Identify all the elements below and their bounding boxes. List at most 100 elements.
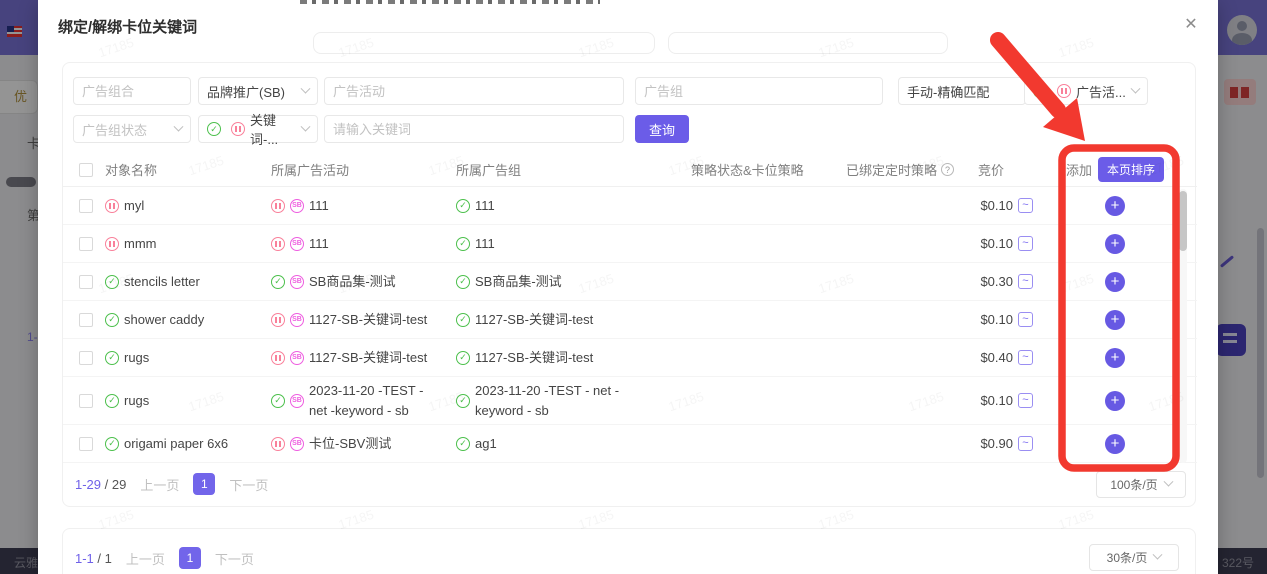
bid-value: $0.30 [980,274,1013,289]
chevron-down-icon [173,121,184,132]
table-row: myl SB 111 111 $0.10 ~ + [63,187,1197,225]
total-value: / 29 [104,476,127,492]
keyword-search-field[interactable] [333,121,615,137]
bid-trend-icon[interactable]: ~ [1018,436,1033,451]
row-checkbox[interactable] [79,274,93,289]
page-size-select[interactable]: 30条/页 [1089,544,1179,571]
adgroup-status-icon [456,198,470,213]
row-checkbox[interactable] [79,236,93,251]
row-checkbox[interactable] [79,312,93,327]
total-value: / 1 [97,550,112,566]
add-button[interactable]: + [1105,390,1125,411]
table-row: stencils letter SB SB商品集-测试 SB商品集-测试 $0.3… [63,263,1197,301]
add-button[interactable]: + [1105,271,1125,292]
ad-type-select[interactable]: 品牌推广(SB) [198,77,318,105]
table-scrollbar[interactable] [1179,189,1187,463]
add-button[interactable]: + [1105,309,1125,330]
pagination-range: 1-29 / 29 [75,477,126,492]
adgroup-status-icon [456,274,470,289]
pagination: 1-1 / 1 上一页 1 下一页 [75,547,254,569]
adgroup-status-icon [456,436,470,451]
adgroup-status-select[interactable]: 广告组状态 [73,115,191,143]
bid-trend-icon[interactable]: ~ [1018,274,1033,289]
portfolio-input-field[interactable] [82,83,182,99]
sb-badge-icon: SB [290,236,304,251]
col-add: 添加 本页排序 [1033,157,1197,182]
keyword-name: myl [124,198,145,213]
clipped-input [313,32,655,54]
table-row: origami paper 6x6 SB卡位-SBV测试 ag1 $0.90~ … [63,425,1197,463]
match-type-value: 手动-精确匹配 [907,84,990,100]
adgroup-status-icon [456,236,470,251]
campaign-name: 1127-SB-关键词-test [309,311,428,327]
prev-page-button[interactable]: 上一页 [140,475,179,494]
table-row: rugs SB 1127-SB-关键词-test 1127-SB-关键词-test… [63,339,1197,377]
adgroup-name: ag1 [475,435,497,451]
close-icon[interactable]: ✕ [1178,12,1204,38]
range-value: 1-1 [75,550,94,566]
page-number-button[interactable]: 1 [178,547,201,569]
campaign-name: 111 [309,197,329,213]
keyword-status-icon [105,350,119,365]
portfolio-input[interactable] [73,77,191,105]
sb-badge-icon: SB [290,393,304,408]
table-row: mmm SB 111 111 $0.10 ~ + [63,225,1197,263]
prev-page-button[interactable]: 上一页 [126,549,165,568]
row-checkbox[interactable] [79,436,93,451]
row-checkbox[interactable] [79,350,93,365]
bid-value: $0.90 [980,436,1013,451]
bid-trend-icon[interactable]: ~ [1018,350,1033,365]
campaign-input-field[interactable] [333,83,615,99]
enabled-status-icon [1033,84,1047,98]
modal-title: 绑定/解绑卡位关键词 [58,19,198,36]
page-number-button[interactable]: 1 [193,473,216,495]
keyword-name: origami paper 6x6 [124,436,229,451]
bid-value: $0.10 [980,198,1013,213]
bind-keywords-modal: 绑定/解绑卡位关键词 ✕ 品牌推广(SB) 手动-精确匹配 [38,0,1218,574]
adgroup-name: 2023-11-20 -TEST - net - keyword - sb [475,383,620,418]
pagination-range: 1-1 / 1 [75,551,112,566]
select-all-checkbox[interactable] [79,162,93,177]
adgroup-name: SB商品集-测试 [475,273,562,289]
sort-page-button[interactable]: 本页排序 [1098,157,1165,182]
campaign-name: 卡位-SBV测试 [309,435,392,451]
match-type-field[interactable]: 手动-精确匹配 [898,77,1026,105]
page-size-value: 30条/页 [1106,551,1148,565]
sb-badge-icon: SB [290,312,304,327]
bid-trend-icon[interactable]: ~ [1018,198,1033,213]
chevron-down-icon [1163,476,1174,487]
row-checkbox[interactable] [79,393,93,408]
campaign-status-icon [271,198,285,213]
col-adgroup: 所属广告组 [456,163,522,178]
bid-trend-icon[interactable]: ~ [1018,236,1033,251]
add-button[interactable]: + [1105,433,1125,454]
table-scrollbar-thumb[interactable] [1179,191,1187,251]
search-button[interactable]: 查询 [635,115,689,143]
campaign-status-icon [271,274,285,289]
adgroup-name: 111 [475,197,495,213]
campaign-input[interactable] [324,77,624,105]
col-object-name: 对象名称 [105,163,158,178]
chevron-down-icon [1130,83,1141,94]
page-size-select[interactable]: 100条/页 [1096,471,1186,498]
row-checkbox[interactable] [79,198,93,213]
next-page-button[interactable]: 下一页 [215,549,254,568]
add-button[interactable]: + [1105,347,1125,368]
chevron-down-icon [1152,549,1163,560]
add-button[interactable]: + [1105,233,1125,254]
bid-trend-icon[interactable]: ~ [1018,393,1033,408]
help-icon[interactable]: ? [941,163,955,176]
adgroup-name: 1127-SB-关键词-test [475,349,594,365]
keyword-status-icon [105,312,119,327]
campaign-name: 1127-SB-关键词-test [309,349,428,365]
campaign-status-select[interactable]: 广告活... [1024,77,1148,105]
adgroup-input[interactable] [635,77,883,105]
adgroup-input-field[interactable] [644,83,874,99]
keyword-search-input[interactable] [324,115,624,143]
bid-trend-icon[interactable]: ~ [1018,312,1033,327]
add-button[interactable]: + [1105,195,1125,216]
campaign-status-icon [271,312,285,327]
keyword-status-select[interactable]: 关键词-... [198,113,318,147]
next-page-button[interactable]: 下一页 [229,475,268,494]
keyword-status-icon [105,198,119,213]
